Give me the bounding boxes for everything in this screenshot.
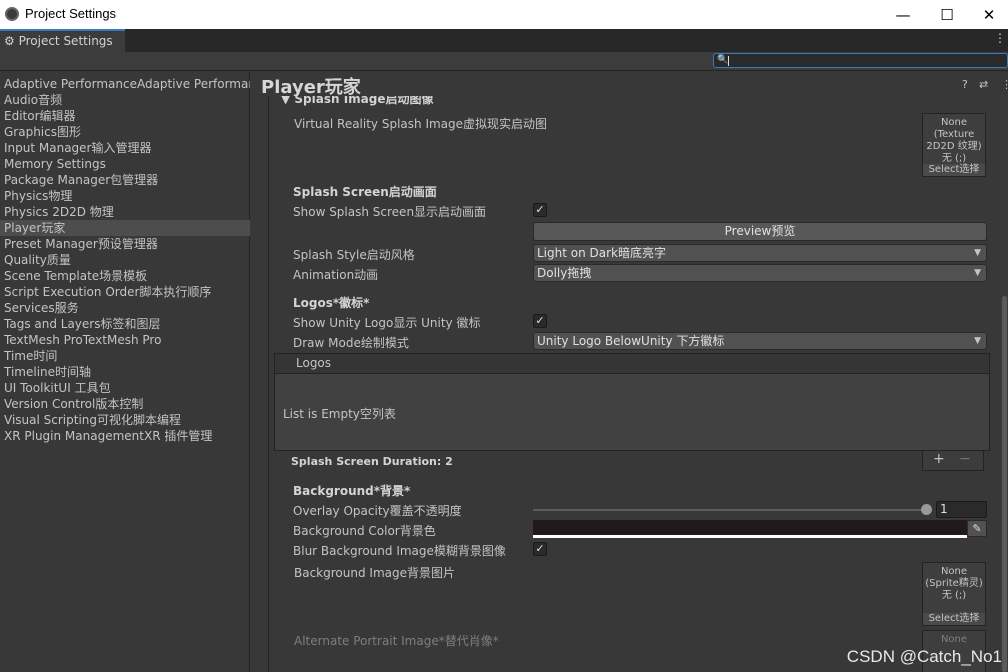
window-title: Project Settings [25, 6, 117, 21]
sidebar-item-physics[interactable]: Physics物理 [0, 188, 250, 204]
sidebar-item-input-manager[interactable]: Input Manager输入管理器 [0, 140, 250, 156]
background-color-field[interactable] [533, 520, 967, 538]
overlay-opacity-field[interactable]: 1 [936, 501, 987, 518]
blur-background-label: Blur Background Image模糊背景图像 [293, 544, 506, 558]
sidebar-item-version-control[interactable]: Version Control版本控制 [0, 396, 250, 412]
sidebar-item-preset-manager[interactable]: Preset Manager预设管理器 [0, 236, 250, 252]
background-image-select-button[interactable]: Select选择 [923, 613, 985, 625]
alternate-portrait-thumb-text: None [940, 634, 968, 645]
indent-guide [268, 96, 269, 672]
list-add-remove: + − [922, 451, 984, 471]
draw-mode-value: Unity Logo BelowUnity 下方徽标 [537, 334, 725, 348]
splash-style-label: Splash Style启动风格 [293, 248, 415, 262]
blur-background-checkbox[interactable]: ✓ [533, 542, 547, 556]
overlay-opacity-slider[interactable] [533, 509, 926, 511]
sidebar-item-textmesh-pro[interactable]: TextMesh ProTextMesh Pro [0, 332, 250, 348]
sidebar-item-quality[interactable]: Quality质量 [0, 252, 250, 268]
background-image-field[interactable]: None (Sprite精灵)无 (;) Select选择 [922, 562, 986, 626]
sidebar-item-visual-scripting[interactable]: Visual Scripting可视化脚本编程 [0, 412, 250, 428]
tab-bar: ⚙ Project Settings ⋮ [0, 29, 1008, 52]
unity-logo-icon [5, 7, 19, 21]
sidebar-item-scene-template[interactable]: Scene Template场景模板 [0, 268, 250, 284]
animation-value: Dolly拖拽 [537, 266, 592, 280]
splash-duration-label: Splash Screen Duration: 2 [291, 455, 453, 468]
background-header: Background*背景* [293, 484, 411, 498]
background-image-label: Background Image背景图片 [294, 566, 455, 580]
splash-style-value: Light on Dark暗底亮字 [537, 246, 667, 260]
preview-button[interactable]: Preview预览 [533, 222, 987, 241]
sidebar-item-xr-plugin-management[interactable]: XR Plugin ManagementXR 插件管理 [0, 428, 250, 444]
vr-splash-image-label: Virtual Reality Splash Image虚拟现实启动图 [294, 117, 548, 131]
overlay-opacity-slider-handle[interactable] [921, 504, 932, 515]
sidebar-item-player[interactable]: Player玩家 [0, 220, 250, 236]
watermark-text: CSDN @Catch_No1 [846, 647, 1002, 666]
main-header: Player玩家 ? ⇄ ⋮ [251, 72, 1008, 98]
eyedropper-icon[interactable]: ✎ [967, 520, 987, 537]
show-splash-screen-label: Show Splash Screen显示启动画面 [293, 205, 487, 219]
draw-mode-dropdown[interactable]: Unity Logo BelowUnity 下方徽标 ▼ [533, 332, 987, 350]
sidebar-item-adaptive-performance[interactable]: Adaptive PerformanceAdaptive Performanc [0, 76, 250, 92]
search-input[interactable]: 🔍 [713, 53, 1008, 68]
close-button[interactable]: ✕ [966, 0, 1008, 29]
sidebar-item-tags-and-layers[interactable]: Tags and Layers标签和图层 [0, 316, 250, 332]
sidebar-item-audio[interactable]: Audio音频 [0, 92, 250, 108]
animation-dropdown[interactable]: Dolly拖拽 ▼ [533, 264, 987, 282]
alternate-portrait-label: Alternate Portrait Image*替代肖像* [294, 634, 499, 648]
logos-list-header: Logos [275, 354, 989, 374]
splash-style-dropdown[interactable]: Light on Dark暗底亮字 ▼ [533, 244, 987, 262]
sidebar-item-script-execution-order[interactable]: Script Execution Order脚本执行顺序 [0, 284, 250, 300]
show-unity-logo-checkbox[interactable]: ✓ [533, 314, 547, 328]
minimize-button[interactable]: — [880, 0, 926, 29]
window-title-bar: Project Settings — ☐ ✕ [0, 0, 1008, 29]
sidebar-item-physics-2d[interactable]: Physics 2D2D 物理 [0, 204, 250, 220]
logos-header: Logos*徽标* [293, 296, 370, 310]
player-settings-content: ▼ Splash Image启动图像 Virtual Reality Splas… [251, 96, 1008, 672]
help-icon[interactable]: ? [962, 78, 968, 91]
background-image-thumb-text: None (Sprite精灵)无 (;) [925, 566, 983, 601]
settings-sidebar: Adaptive PerformanceAdaptive Performanc … [0, 72, 250, 672]
chevron-down-icon: ▼ [974, 336, 981, 346]
draw-mode-label: Draw Mode绘制模式 [293, 336, 409, 350]
more-options-icon[interactable]: ⋮ [1001, 78, 1008, 91]
sidebar-item-ui-toolkit[interactable]: UI ToolkitUI 工具包 [0, 380, 250, 396]
tab-project-settings[interactable]: ⚙ Project Settings [0, 29, 125, 52]
search-bar: 🔍 [0, 52, 1008, 71]
vr-splash-image-field[interactable]: None (Texture 2D2D 纹理)无 (;) Select选择 [922, 113, 986, 177]
show-splash-screen-checkbox[interactable]: ✓ [533, 203, 547, 217]
background-color-label: Background Color背景色 [293, 524, 436, 538]
add-item-button[interactable]: + [933, 451, 945, 467]
sidebar-item-services[interactable]: Services服务 [0, 300, 250, 316]
maximize-button[interactable]: ☐ [924, 0, 970, 29]
sidebar-item-editor[interactable]: Editor编辑器 [0, 108, 250, 124]
vertical-scrollbar-thumb[interactable] [1002, 296, 1007, 672]
chevron-down-icon: ▼ [974, 248, 981, 258]
text-caret [728, 56, 729, 66]
sidebar-item-timeline[interactable]: Timeline时间轴 [0, 364, 250, 380]
search-icon: 🔍 [717, 55, 729, 65]
sidebar-item-graphics[interactable]: Graphics图形 [0, 124, 250, 140]
remove-item-button[interactable]: − [959, 451, 971, 467]
presets-icon[interactable]: ⇄ [979, 78, 988, 91]
logos-list-empty-text: List is Empty空列表 [283, 407, 396, 421]
vr-splash-select-button[interactable]: Select选择 [923, 164, 985, 176]
logos-list: Logos List is Empty空列表 [274, 353, 990, 451]
sidebar-item-memory-settings[interactable]: Memory Settings [0, 156, 250, 172]
splash-screen-header: Splash Screen启动画面 [293, 185, 437, 199]
sidebar-item-time[interactable]: Time时间 [0, 348, 250, 364]
animation-label: Animation动画 [293, 268, 379, 282]
vr-splash-thumb-text: None (Texture 2D2D 纹理)无 (;) [926, 117, 982, 164]
sidebar-item-package-manager[interactable]: Package Manager包管理器 [0, 172, 250, 188]
splash-image-foldout[interactable]: ▼ Splash Image启动图像 [281, 96, 434, 107]
tab-more-icon[interactable]: ⋮ [994, 31, 1006, 45]
chevron-down-icon: ▼ [974, 268, 981, 278]
show-unity-logo-label: Show Unity Logo显示 Unity 徽标 [293, 316, 481, 330]
overlay-opacity-label: Overlay Opacity覆盖不透明度 [293, 504, 462, 518]
